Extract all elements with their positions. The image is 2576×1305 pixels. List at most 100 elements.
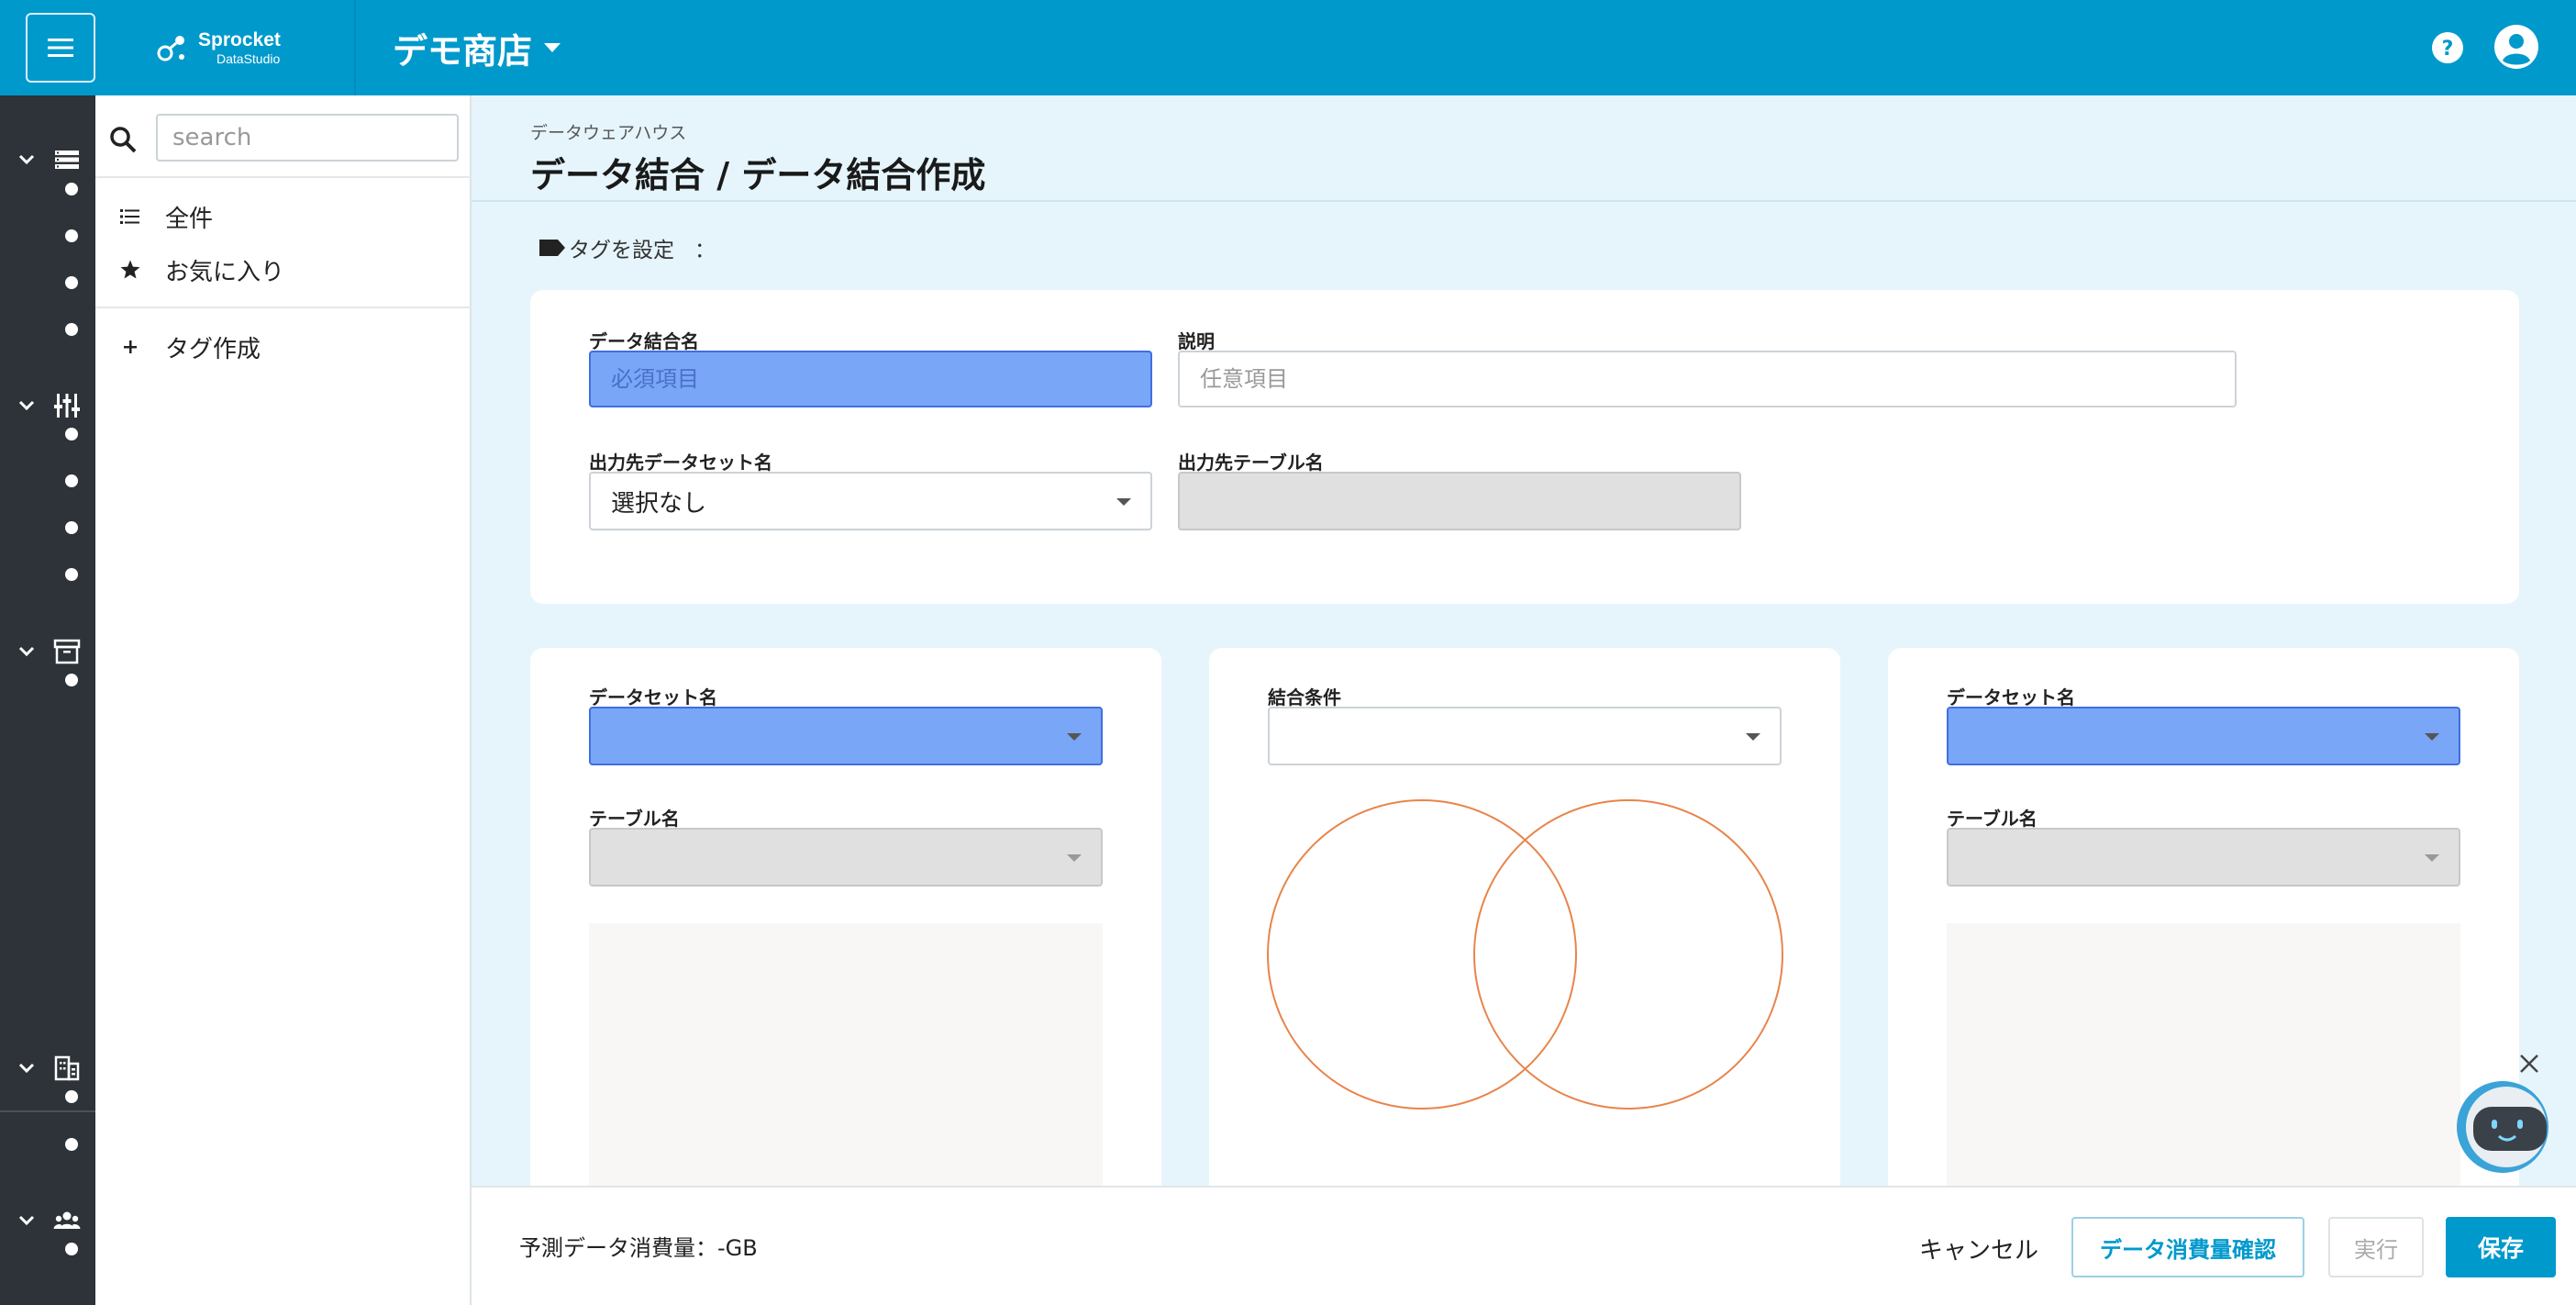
left-dataset-label: データセット名 xyxy=(589,686,717,708)
caret-down-icon xyxy=(1116,498,1131,506)
tune-icon xyxy=(54,394,80,418)
left-table-card: データセット名 テーブル名 xyxy=(530,648,1161,1217)
caret-down-icon xyxy=(2425,733,2439,741)
join-settings-card: データ結合名 説明 出力先データセット名 選択なし 出力先テーブル名 xyxy=(530,290,2519,604)
page-title: データ結合 / データ結合作成 xyxy=(530,155,986,195)
sidebar-search xyxy=(108,114,459,165)
logo-text-secondary: DataStudio xyxy=(217,51,281,66)
chevron-down-icon xyxy=(18,646,35,657)
join-condition-label: 結合条件 xyxy=(1268,686,1341,708)
tag-setting-label: タグを設定 xyxy=(569,239,674,262)
check-data-usage-button[interactable]: データ消費量確認 xyxy=(2071,1217,2304,1277)
description-input[interactable] xyxy=(1178,351,2237,407)
help-icon[interactable]: ? xyxy=(2431,31,2464,64)
star-icon xyxy=(120,260,140,279)
rail-subitem[interactable] xyxy=(65,1243,78,1255)
main-content: データウェアハウス データ結合 / データ結合作成 タグを設定 ： データ結合名… xyxy=(472,95,2576,1217)
list-icon xyxy=(120,209,139,224)
output-table-field xyxy=(1178,472,1741,530)
right-dataset-select[interactable] xyxy=(1947,707,2460,765)
header-divider xyxy=(354,0,356,95)
rail-subitem[interactable] xyxy=(65,1138,78,1151)
join-name-label: データ結合名 xyxy=(589,330,699,352)
sidebar-item-label: 全件 xyxy=(165,205,214,233)
store-selector[interactable]: デモ商店 xyxy=(393,24,561,72)
caret-down-icon xyxy=(1067,854,1082,862)
venn-diagram xyxy=(1267,799,1783,1110)
rail-group-people[interactable] xyxy=(0,1202,95,1239)
cancel-button[interactable]: キャンセル xyxy=(1919,1219,2038,1277)
rail-subitem[interactable] xyxy=(65,521,78,534)
estimated-data-usage: 予測データ消費量：-GB xyxy=(519,1235,758,1261)
venn-left-circle[interactable] xyxy=(1267,799,1577,1110)
rail-divider xyxy=(0,1110,95,1112)
tag-separator: ： xyxy=(694,239,716,262)
caret-down-icon xyxy=(1746,733,1760,741)
svg-text:?: ? xyxy=(2442,38,2454,61)
rail-subitem[interactable] xyxy=(65,568,78,581)
sidebar-divider xyxy=(95,176,472,178)
storage-icon xyxy=(55,151,79,169)
page-header: データウェアハウス データ結合 / データ結合作成 xyxy=(472,95,2576,202)
chevron-down-icon xyxy=(18,154,35,165)
tag-sidebar: 全件 お気に入り タグ作成 xyxy=(95,95,472,1305)
rail-subitem[interactable] xyxy=(65,674,78,686)
venn-right-circle[interactable] xyxy=(1473,799,1783,1110)
chevron-down-icon xyxy=(18,1215,35,1226)
account-icon[interactable] xyxy=(2493,24,2539,70)
caret-down-icon xyxy=(1067,733,1082,741)
rail-group-archive[interactable] xyxy=(0,633,95,670)
chevron-down-icon xyxy=(18,400,35,411)
rail-subitem[interactable] xyxy=(65,183,78,195)
join-name-input[interactable] xyxy=(589,351,1152,407)
left-dataset-select[interactable] xyxy=(589,707,1103,765)
create-tag-button[interactable]: タグ作成 xyxy=(95,323,470,371)
rail-group-tune[interactable] xyxy=(0,387,95,424)
app-logo[interactable]: Sprocket DataStudio xyxy=(154,28,356,68)
chevron-down-icon xyxy=(18,1063,35,1074)
output-table-label: 出力先テーブル名 xyxy=(1178,452,1324,474)
right-table-preview xyxy=(1947,923,2460,1217)
hamburger-menu-button[interactable] xyxy=(26,13,95,83)
logo-text-primary: Sprocket xyxy=(198,29,281,50)
sidebar-item-favorites[interactable]: お気に入り xyxy=(95,246,470,294)
join-condition-card: 結合条件 xyxy=(1209,648,1840,1217)
rail-subitem[interactable] xyxy=(65,323,78,336)
app-header: Sprocket DataStudio デモ商店 ? xyxy=(0,0,2576,95)
run-button[interactable]: 実行 xyxy=(2328,1217,2424,1277)
sprocket-logo-icon xyxy=(157,36,184,61)
search-input[interactable] xyxy=(156,114,459,162)
rail-subitem[interactable] xyxy=(65,1090,78,1103)
save-button[interactable]: 保存 xyxy=(2446,1217,2556,1277)
caret-down-icon xyxy=(2425,854,2439,862)
rail-subitem[interactable] xyxy=(65,428,78,441)
store-name: デモ商店 xyxy=(393,30,533,72)
sidebar-item-label: お気に入り xyxy=(165,258,285,286)
left-table-preview xyxy=(589,923,1103,1217)
rail-subitem[interactable] xyxy=(65,229,78,242)
create-tag-label: タグ作成 xyxy=(165,335,261,363)
output-dataset-select[interactable]: 選択なし xyxy=(589,472,1152,530)
rail-subitem[interactable] xyxy=(65,474,78,487)
chatbot-icon[interactable] xyxy=(2451,1079,2554,1175)
menu-icon xyxy=(48,39,73,57)
rail-subitem[interactable] xyxy=(65,276,78,289)
building-icon xyxy=(54,1055,80,1081)
right-table-label: テーブル名 xyxy=(1947,808,2037,830)
rail-group-building[interactable] xyxy=(0,1050,95,1087)
left-table-select xyxy=(589,828,1103,887)
breadcrumb[interactable]: データウェアハウス xyxy=(530,119,686,144)
rail-group-storage[interactable] xyxy=(0,141,95,178)
output-dataset-label: 出力先データセット名 xyxy=(589,452,772,474)
left-table-label: テーブル名 xyxy=(589,808,680,830)
right-table-select xyxy=(1947,828,2460,887)
join-condition-select[interactable] xyxy=(1268,707,1782,765)
plus-icon xyxy=(124,340,137,353)
description-label: 説明 xyxy=(1178,330,1215,352)
tag-setting[interactable]: タグを設定 ： xyxy=(538,229,716,266)
caret-down-icon xyxy=(544,43,561,52)
people-icon xyxy=(53,1211,81,1229)
sidebar-item-all[interactable]: 全件 xyxy=(95,193,470,240)
right-dataset-label: データセット名 xyxy=(1947,686,2075,708)
close-icon[interactable] xyxy=(2517,1052,2541,1076)
